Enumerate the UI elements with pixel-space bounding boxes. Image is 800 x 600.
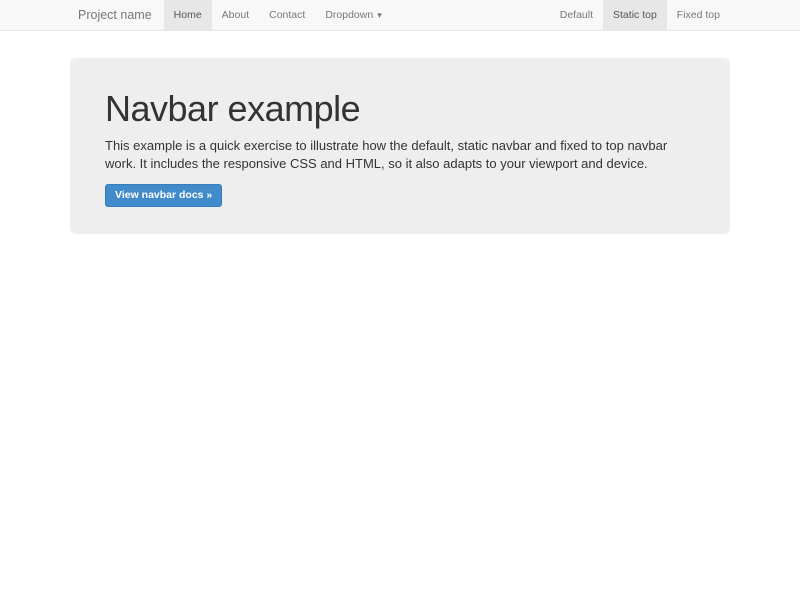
nav-item-contact[interactable]: Contact <box>259 0 315 30</box>
nav-item-home[interactable]: Home <box>164 0 212 30</box>
jumbotron-description: This example is a quick exercise to illu… <box>105 137 690 172</box>
navbar-left-nav: Home About Contact Dropdown ▾ <box>164 0 392 30</box>
navbar: Project name Home About Contact Dropdown… <box>0 0 800 31</box>
navbar-brand[interactable]: Project name <box>70 0 164 30</box>
page-title: Navbar example <box>105 90 695 128</box>
nav-item-static-top[interactable]: Static top <box>603 0 667 30</box>
main-container: Navbar example This example is a quick e… <box>70 58 730 234</box>
navbar-right-nav: Default Static top Fixed top <box>550 0 730 30</box>
jumbotron: Navbar example This example is a quick e… <box>70 58 730 234</box>
navbar-container: Project name Home About Contact Dropdown… <box>70 0 730 30</box>
view-navbar-docs-button[interactable]: View navbar docs » <box>105 184 222 207</box>
caret-down-icon: ▾ <box>377 0 382 30</box>
nav-item-fixed-top[interactable]: Fixed top <box>667 0 730 30</box>
nav-item-about[interactable]: About <box>212 0 259 30</box>
nav-item-dropdown[interactable]: Dropdown ▾ <box>315 0 391 30</box>
nav-item-dropdown-label: Dropdown <box>325 0 373 30</box>
nav-item-default[interactable]: Default <box>550 0 603 30</box>
